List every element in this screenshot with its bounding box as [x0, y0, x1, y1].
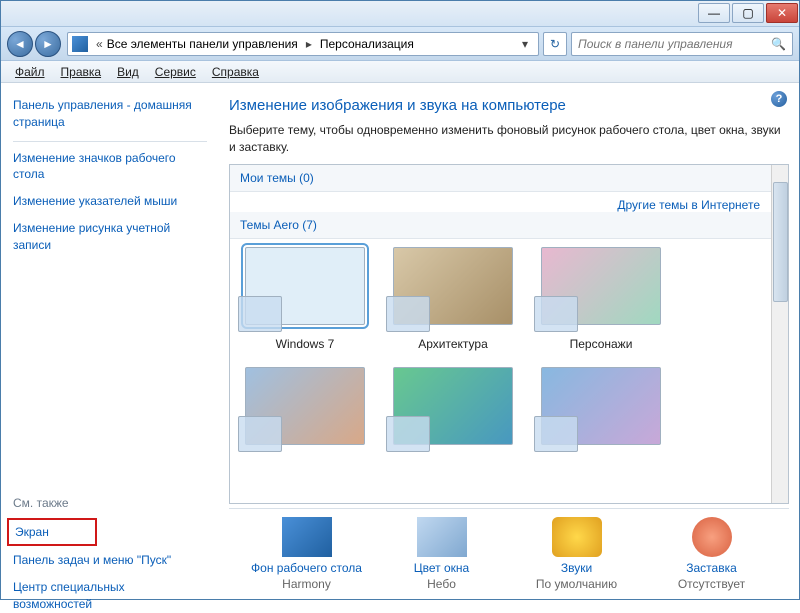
theme-thumbnail [541, 367, 661, 445]
control-panel-icon [72, 36, 88, 52]
search-icon[interactable]: 🔍 [771, 37, 786, 51]
menu-tools[interactable]: Сервис [147, 63, 204, 81]
window-color-icon [417, 517, 467, 557]
scroll-thumb[interactable] [773, 182, 788, 302]
window-overlay-icon [386, 416, 430, 452]
see-also-header: См. также [13, 496, 207, 510]
help-icon[interactable]: ? [771, 91, 787, 107]
page-title: Изменение изображения и звука на компьют… [229, 97, 789, 114]
window-overlay-icon [534, 416, 578, 452]
sidebar-home-link[interactable]: Панель управления - домашняя страница [13, 97, 207, 131]
theme-thumbnail [393, 367, 513, 445]
page-description: Выберите тему, чтобы одновременно измени… [229, 122, 789, 156]
sidebar-link-account-pic[interactable]: Изменение рисунка учетной записи [13, 220, 207, 254]
action-subtitle: По умолчанию [536, 577, 617, 591]
theme-item[interactable] [240, 367, 370, 445]
window-overlay-icon [238, 296, 282, 332]
scrollbar[interactable] [771, 165, 788, 503]
menu-help[interactable]: Справка [204, 63, 267, 81]
minimize-button[interactable]: — [698, 3, 730, 23]
sidebar-link-taskbar[interactable]: Панель задач и меню "Пуск" [13, 552, 207, 569]
dropdown-arrow-icon[interactable]: ▾ [516, 37, 534, 51]
action-subtitle: Harmony [282, 577, 331, 591]
sounds-icon [552, 517, 602, 557]
action-desktop-bg[interactable]: Фон рабочего стола Harmony [247, 517, 367, 591]
breadcrumb-item[interactable]: Персонализация [320, 37, 414, 51]
sidebar-link-icons[interactable]: Изменение значков рабочего стола [13, 150, 207, 184]
action-subtitle: Отсутствует [678, 577, 745, 591]
address-bar: ◄ ► « Все элементы панели управления ▸ П… [1, 27, 799, 61]
refresh-button[interactable]: ↻ [543, 32, 567, 56]
theme-item[interactable]: Архитектура [388, 247, 518, 351]
sidebar-link-screen-highlighted[interactable]: Экран [7, 518, 97, 547]
action-title: Цвет окна [414, 561, 469, 575]
section-aero-themes: Темы Aero (7) [230, 212, 788, 239]
menu-bar: Файл Правка Вид Сервис Справка [1, 61, 799, 83]
window-overlay-icon [238, 416, 282, 452]
close-button[interactable]: ✕ [766, 3, 798, 23]
section-my-themes: Мои темы (0) [230, 165, 788, 192]
sidebar-link-pointers[interactable]: Изменение указателей мыши [13, 193, 207, 210]
main-content: ? Изменение изображения и звука на компь… [219, 83, 799, 599]
theme-thumbnail [541, 247, 661, 325]
window-overlay-icon [534, 296, 578, 332]
desktop-bg-icon [282, 517, 332, 557]
action-window-color[interactable]: Цвет окна Небо [382, 517, 502, 591]
theme-thumbnail [393, 247, 513, 325]
search-input[interactable] [578, 37, 771, 51]
chevron-icon: « [96, 37, 103, 51]
theme-list-pane: Мои темы (0) Другие темы в Интернете Тем… [229, 164, 789, 504]
sidebar-link-accessibility[interactable]: Центр специальных возможностей [13, 579, 207, 613]
theme-item[interactable] [388, 367, 518, 445]
theme-label: Персонажи [570, 337, 633, 351]
title-bar: — ▢ ✕ [1, 1, 799, 27]
theme-item[interactable] [536, 367, 666, 445]
maximize-button[interactable]: ▢ [732, 3, 764, 23]
chevron-right-icon: ▸ [298, 37, 320, 51]
forward-button[interactable]: ► [35, 31, 61, 57]
action-title: Звуки [561, 561, 592, 575]
theme-thumbnail [245, 367, 365, 445]
breadcrumb-bar[interactable]: « Все элементы панели управления ▸ Персо… [67, 32, 539, 56]
theme-item-selected[interactable]: Windows 7 [240, 247, 370, 351]
action-subtitle: Небо [427, 577, 456, 591]
more-themes-link[interactable]: Другие темы в Интернете [617, 198, 760, 212]
action-sounds[interactable]: Звуки По умолчанию [517, 517, 637, 591]
back-button[interactable]: ◄ [7, 31, 33, 57]
theme-item[interactable]: Персонажи [536, 247, 666, 351]
breadcrumb-item[interactable]: Все элементы панели управления [107, 37, 298, 51]
theme-thumbnail [245, 247, 365, 325]
menu-view[interactable]: Вид [109, 63, 147, 81]
menu-edit[interactable]: Правка [53, 63, 110, 81]
action-title: Заставка [686, 561, 737, 575]
bottom-actions: Фон рабочего стола Harmony Цвет окна Неб… [229, 508, 789, 599]
theme-label: Архитектура [418, 337, 488, 351]
window-overlay-icon [386, 296, 430, 332]
theme-label: Windows 7 [276, 337, 335, 351]
search-box[interactable]: 🔍 [571, 32, 793, 56]
screensaver-icon [692, 517, 732, 557]
menu-file[interactable]: Файл [7, 63, 53, 81]
action-title: Фон рабочего стола [251, 561, 362, 575]
action-screensaver[interactable]: Заставка Отсутствует [652, 517, 772, 591]
sidebar: Панель управления - домашняя страница Из… [1, 83, 219, 599]
